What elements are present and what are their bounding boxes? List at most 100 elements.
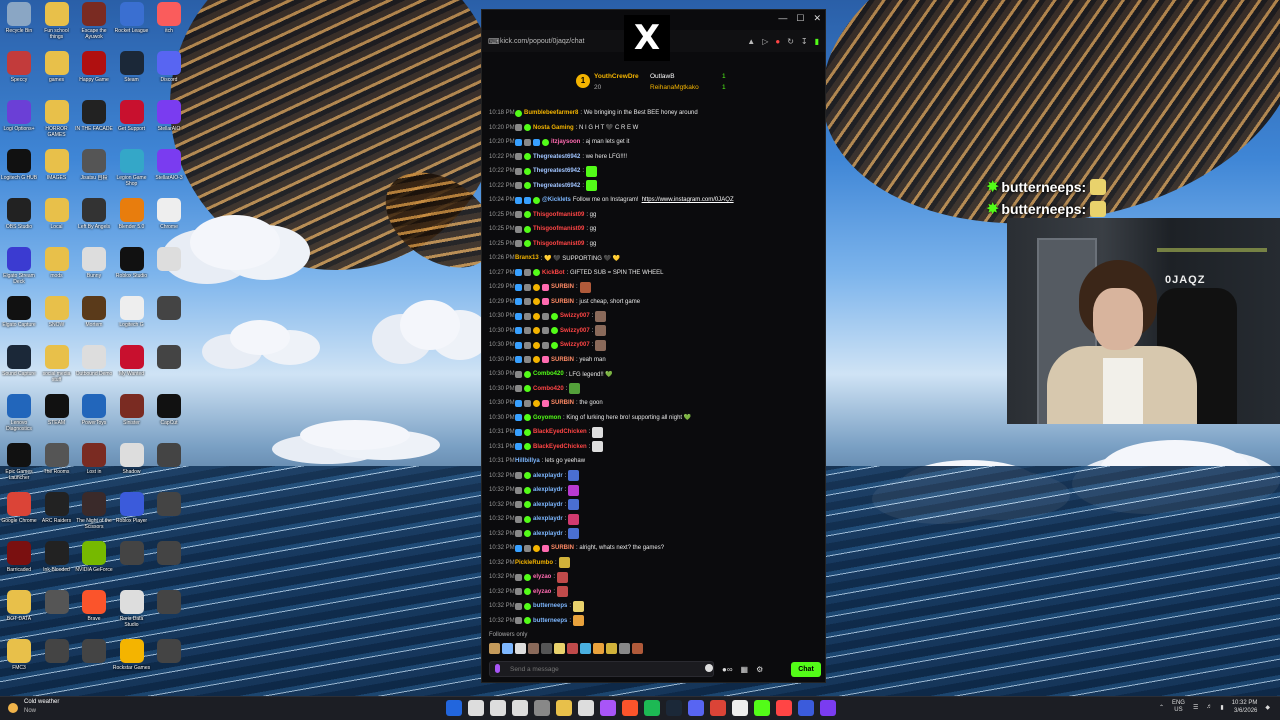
message-username[interactable]: SURBIN — [551, 284, 574, 290]
settings-icon[interactable]: ⚙ — [756, 665, 763, 674]
message-username[interactable]: elyzao — [533, 589, 551, 595]
clock[interactable]: 10:32 PM 3/6/2026 — [1232, 699, 1258, 715]
close-button[interactable]: ✕ — [813, 13, 821, 24]
quick-emote[interactable] — [580, 643, 591, 654]
desktop-icon[interactable] — [150, 296, 188, 344]
message-username[interactable]: alexplaydr — [533, 516, 563, 522]
chat-message-list[interactable]: 10:18 PM Bumblebeefarmer8: We bringing in… — [489, 106, 819, 628]
volume-icon[interactable]: ♬ — [1206, 704, 1212, 710]
desktop-icon[interactable]: Shadow — [113, 443, 151, 491]
desktop-icon[interactable]: FMC3 — [0, 639, 38, 687]
desktop-icon[interactable] — [38, 639, 76, 687]
message-username[interactable]: Thegreatest6942 — [533, 154, 580, 160]
desktop-icon[interactable]: The Rooms — [38, 443, 76, 491]
desktop-icon[interactable]: Elgato Stream Deck — [0, 247, 38, 295]
shield-icon[interactable]: ▲ — [747, 37, 755, 46]
message-username[interactable]: alexplaydr — [533, 487, 563, 493]
desktop-icon[interactable]: Logitech G — [113, 296, 151, 344]
desktop-icon[interactable] — [150, 443, 188, 491]
message-username[interactable]: itzjaysoon — [551, 139, 580, 145]
desktop-icon[interactable]: mods — [38, 247, 76, 295]
taskbar-app-icon[interactable] — [820, 700, 836, 716]
desktop-icon[interactable] — [150, 492, 188, 540]
battery-icon[interactable]: ▮ — [1220, 704, 1223, 711]
desktop-icon[interactable]: NVIDIA GeForce — [75, 541, 113, 589]
desktop-icon[interactable]: Jisatsu 自殺 — [75, 149, 113, 197]
desktop-icon[interactable]: Get Support — [113, 100, 151, 148]
taskbar-app-icon[interactable] — [622, 700, 638, 716]
message-username[interactable]: Nosta Gaming — [533, 125, 574, 131]
taskbar-app-icon[interactable] — [776, 700, 792, 716]
desktop-icon[interactable]: social media stuff — [38, 345, 76, 393]
quick-emote[interactable] — [567, 643, 578, 654]
desktop-icon[interactable] — [150, 541, 188, 589]
download-icon[interactable]: ↧ — [801, 37, 808, 46]
message-username[interactable]: butterneeps — [533, 603, 567, 609]
desktop-icon[interactable] — [113, 541, 151, 589]
message-username[interactable]: alexplaydr — [533, 502, 563, 508]
message-username[interactable]: Swizzy007 — [560, 342, 590, 348]
desktop-icon[interactable]: CapCut — [150, 394, 188, 442]
desktop-icon[interactable]: Steam — [113, 51, 151, 99]
desktop-icon[interactable]: Recycle Bin — [0, 2, 38, 50]
taskbar-app-icon[interactable] — [688, 700, 704, 716]
taskbar-app-icon[interactable] — [468, 700, 484, 716]
notification-bell-icon[interactable]: ◆ — [1265, 704, 1270, 711]
message-username[interactable]: Swizzy007 — [560, 313, 590, 319]
desktop-icon[interactable]: Speccy — [0, 51, 38, 99]
desktop-icon[interactable]: Roblox Studio — [113, 247, 151, 295]
refresh-icon[interactable]: ↻ — [787, 37, 794, 46]
message-username[interactable]: Thisgoofmanist09 — [533, 226, 584, 232]
message-username[interactable]: Branx13 — [515, 255, 539, 261]
quick-emote[interactable] — [554, 643, 565, 654]
message-username[interactable]: Thisgoofmanist09 — [533, 212, 584, 218]
desktop-icon[interactable]: IN THE FACADE — [75, 100, 113, 148]
desktop-icon[interactable]: StellarAIO — [150, 100, 188, 148]
desktop-icon[interactable]: Brave — [75, 590, 113, 638]
extension-icon[interactable]: ▮ — [815, 37, 819, 46]
desktop-icon[interactable]: BOT DATA — [0, 590, 38, 638]
message-username[interactable]: SURBIN — [551, 400, 574, 406]
desktop-icon[interactable]: Logi Options+ — [0, 100, 38, 148]
quick-emote[interactable] — [593, 643, 604, 654]
quick-emote[interactable] — [489, 643, 500, 654]
quick-emote[interactable] — [528, 643, 539, 654]
desktop-icon[interactable]: games — [38, 51, 76, 99]
taskbar-app-icon[interactable] — [732, 700, 748, 716]
desktop-icon[interactable]: StellarAIO-3 — [150, 149, 188, 197]
emoji-picker-icon[interactable] — [705, 664, 713, 672]
message-username[interactable]: Hillbillya — [515, 458, 540, 464]
taskbar-app-icon[interactable] — [446, 700, 462, 716]
desktop-icon[interactable] — [150, 590, 188, 638]
send-chat-button[interactable]: Chat — [791, 661, 821, 677]
desktop-icon[interactable]: Blender 5.0 — [113, 198, 151, 246]
desktop-icon[interactable]: Local — [38, 198, 76, 246]
taskbar-app-icon[interactable] — [798, 700, 814, 716]
message-username[interactable]: SURBIN — [551, 357, 574, 363]
desktop-icon[interactable] — [150, 639, 188, 687]
leaderboard-top-user[interactable]: YouthCrewDre — [594, 73, 639, 80]
desktop-icon[interactable]: Sinister — [113, 394, 151, 442]
message-username[interactable]: KickBot — [542, 270, 565, 276]
leaderboard-user-2[interactable]: OutlawB — [650, 73, 675, 80]
message-username[interactable]: Thegreatest6942 — [533, 183, 580, 189]
message-username[interactable]: PickleRumbo — [515, 560, 553, 566]
maximize-button[interactable]: ☐ — [796, 13, 804, 24]
users-icon[interactable]: ●∞ — [722, 665, 733, 674]
desktop-icon[interactable]: Lost in — [75, 443, 113, 491]
desktop-icon[interactable]: The Night of the Scissors — [75, 492, 113, 540]
quick-emote[interactable] — [619, 643, 630, 654]
wifi-icon[interactable]: ☰ — [1193, 704, 1198, 711]
desktop-icon[interactable]: Escape the Ayuwok — [75, 2, 113, 50]
store-icon[interactable]: ▦ — [741, 665, 749, 674]
message-username[interactable]: BlackEyedChicken — [533, 444, 587, 450]
message-username[interactable]: @Kicklets — [542, 197, 571, 203]
desktop-icon[interactable]: Legion Game Shop — [113, 149, 151, 197]
desktop-icon[interactable]: STEAM — [38, 394, 76, 442]
message-username[interactable]: Thisgoofmanist09 — [533, 241, 584, 247]
taskbar-app-icon[interactable] — [578, 700, 594, 716]
desktop-icon[interactable]: Happy Game — [75, 51, 113, 99]
message-link[interactable]: https://www.instagram.com/0JAQZ — [642, 197, 734, 203]
message-username[interactable]: Goyomon — [533, 415, 561, 421]
taskbar-app-icon[interactable] — [644, 700, 660, 716]
